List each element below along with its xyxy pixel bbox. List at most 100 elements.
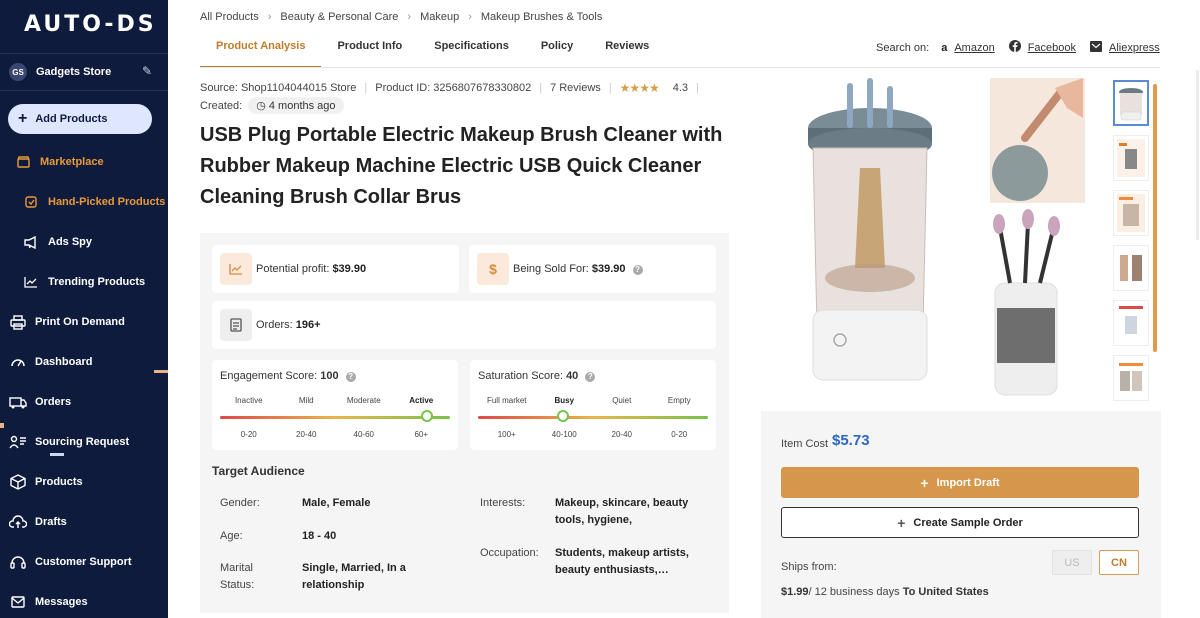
engagement-ranges: 0-20 20-40 40-60 60+ [220, 430, 450, 439]
level-label: Mild [298, 396, 314, 405]
create-sample-order-button[interactable]: + Create Sample Order [781, 507, 1139, 538]
cloud-upload-icon [9, 513, 27, 531]
shipping-destination: To United States [902, 586, 989, 598]
sidebar-item-messages[interactable]: Messages [0, 587, 168, 617]
thumbnail[interactable] [1113, 245, 1149, 291]
thumbnail[interactable] [1113, 135, 1149, 181]
tab-policy[interactable]: Policy [525, 32, 589, 68]
ship-origin-cn[interactable]: CN [1099, 550, 1139, 575]
created-label: Created: [200, 99, 243, 112]
tab-reviews[interactable]: Reviews [589, 32, 665, 68]
profit-text: Potential profit: $39.90 [256, 263, 366, 275]
amazon-link[interactable]: Amazon [954, 42, 994, 54]
source-store[interactable]: Source: Shop1104044015 Store [200, 82, 356, 94]
sidebar-item-ads-spy[interactable]: Ads Spy [0, 227, 168, 257]
plus-icon: + [920, 474, 929, 491]
add-products-button[interactable]: + Add Products [8, 104, 152, 134]
sidebar-item-dashboard[interactable]: Dashboard [0, 347, 168, 377]
store-selector[interactable]: GS Gadgets Store ✎ [0, 53, 168, 91]
engagement-title: Engagement Score: 100 ? [220, 370, 356, 382]
saturation-value: 40 [566, 370, 579, 382]
thumbnail[interactable] [1113, 80, 1149, 126]
help-icon[interactable]: ? [585, 372, 596, 382]
sidebar-item-label: Sourcing Request [35, 436, 130, 448]
sidebar-item-label: Marketplace [40, 156, 104, 168]
thumbnail-list [1113, 80, 1149, 410]
help-icon[interactable]: ? [345, 372, 356, 382]
level-label: Empty [667, 396, 691, 405]
thumbnail[interactable] [1113, 190, 1149, 236]
autods-logo[interactable]: AUTO-DS [24, 12, 157, 37]
thumbnail[interactable] [1113, 300, 1149, 346]
sidebar-item-marketplace[interactable]: Marketplace [0, 147, 168, 177]
level-label-active: Active [409, 396, 434, 405]
sidebar-item-label: Hand-Picked Products [48, 196, 166, 208]
facebook-link[interactable]: Facebook [1028, 42, 1076, 54]
reviews-count[interactable]: 7 Reviews [550, 82, 601, 94]
divider: | [608, 82, 612, 94]
thumbnail[interactable] [1113, 355, 1149, 401]
range-label: 40-60 [353, 430, 374, 439]
breadcrumb-item[interactable]: Makeup [420, 11, 459, 23]
range-label: 20-40 [611, 430, 632, 439]
tab-product-info[interactable]: Product Info [321, 32, 418, 68]
help-icon[interactable]: ? [632, 265, 643, 275]
sourcing-icon [9, 433, 27, 451]
search-on-label: Search on: [876, 41, 930, 54]
level-label: Moderate [346, 396, 381, 405]
breadcrumb: All Products › Beauty & Personal Care › … [200, 11, 611, 23]
profit-card: Potential profit: $39.90 [212, 245, 459, 293]
sidebar-item-trending[interactable]: Trending Products [0, 267, 168, 297]
shipping-price: $1.99 [781, 586, 809, 598]
search-on-links: Search on: a Amazon Facebook Aliexpress [876, 40, 1174, 55]
engagement-label: Engagement Score: [220, 370, 318, 382]
saturation-card: Saturation Score: 40 ? Full market Busy … [470, 360, 716, 450]
breadcrumb-item[interactable]: Beauty & Personal Care [280, 11, 398, 23]
purchase-panel: Item Cost $5.73 + Import Draft + Create … [761, 411, 1161, 618]
sidebar-item-sourcing-request[interactable]: Sourcing Request [0, 427, 168, 457]
divider: | [539, 82, 543, 94]
saturation-label: Saturation Score: [478, 370, 563, 382]
hand-picked-icon [22, 193, 40, 211]
created-row: Created: ◷ 4 months ago [200, 97, 344, 114]
sidebar-item-print-on-demand[interactable]: Print On Demand [0, 307, 168, 337]
product-meta: Source: Shop1104044015 Store | Product I… [200, 81, 707, 95]
trend-chart-icon [22, 273, 40, 291]
sidebar-item-products[interactable]: Products [0, 467, 168, 497]
breadcrumb-item[interactable]: All Products [200, 11, 259, 23]
tab-product-analysis[interactable]: Product Analysis [200, 32, 322, 68]
sidebar-item-label: Print On Demand [35, 316, 125, 328]
rating-value: 4.3 [672, 82, 688, 94]
sidebar-decoration [0, 423, 4, 428]
engagement-card: Engagement Score: 100 ? Inactive Mild Mo… [212, 360, 458, 450]
rating-stars: ★★★★ [619, 81, 660, 95]
range-label: 20-40 [296, 430, 317, 439]
orders-value: 196+ [295, 319, 321, 331]
sidebar-item-customer-support[interactable]: Customer Support [0, 547, 168, 577]
occupation-value: Students, makeup artists, beauty enthusi… [555, 547, 689, 576]
created-value: 4 months ago [268, 100, 336, 112]
store-avatar: GS [9, 63, 27, 81]
trend-chart-icon [220, 253, 252, 285]
saturation-scale-knob [557, 410, 570, 422]
import-draft-button[interactable]: + Import Draft [781, 467, 1139, 498]
tab-specifications[interactable]: Specifications [418, 32, 525, 68]
product-main-image[interactable] [785, 78, 1085, 398]
page-scrollbar[interactable] [1196, 70, 1199, 240]
breadcrumb-item[interactable]: Makeup Brushes & Tools [481, 11, 602, 23]
sidebar-item-hand-picked[interactable]: Hand-Picked Products [0, 187, 168, 217]
thumbnail-scrollbar[interactable] [1153, 84, 1157, 352]
add-products-label: Add Products [35, 113, 108, 125]
sold-for-card: $ Being Sold For: $39.90 ? [469, 245, 716, 293]
ship-origin-us[interactable]: US [1052, 550, 1092, 575]
range-label: 60+ [414, 430, 429, 439]
saturation-scale-bar [478, 416, 708, 419]
gauge-icon [9, 353, 27, 371]
sidebar-item-label: Customer Support [35, 556, 132, 568]
sidebar-item-orders[interactable]: Orders [0, 387, 168, 417]
pencil-icon[interactable]: ✎ [142, 64, 152, 78]
amazon-icon: a [941, 41, 948, 54]
aliexpress-icon [1090, 40, 1102, 55]
sidebar-item-drafts[interactable]: Drafts [0, 507, 168, 537]
aliexpress-link[interactable]: Aliexpress [1109, 42, 1160, 54]
